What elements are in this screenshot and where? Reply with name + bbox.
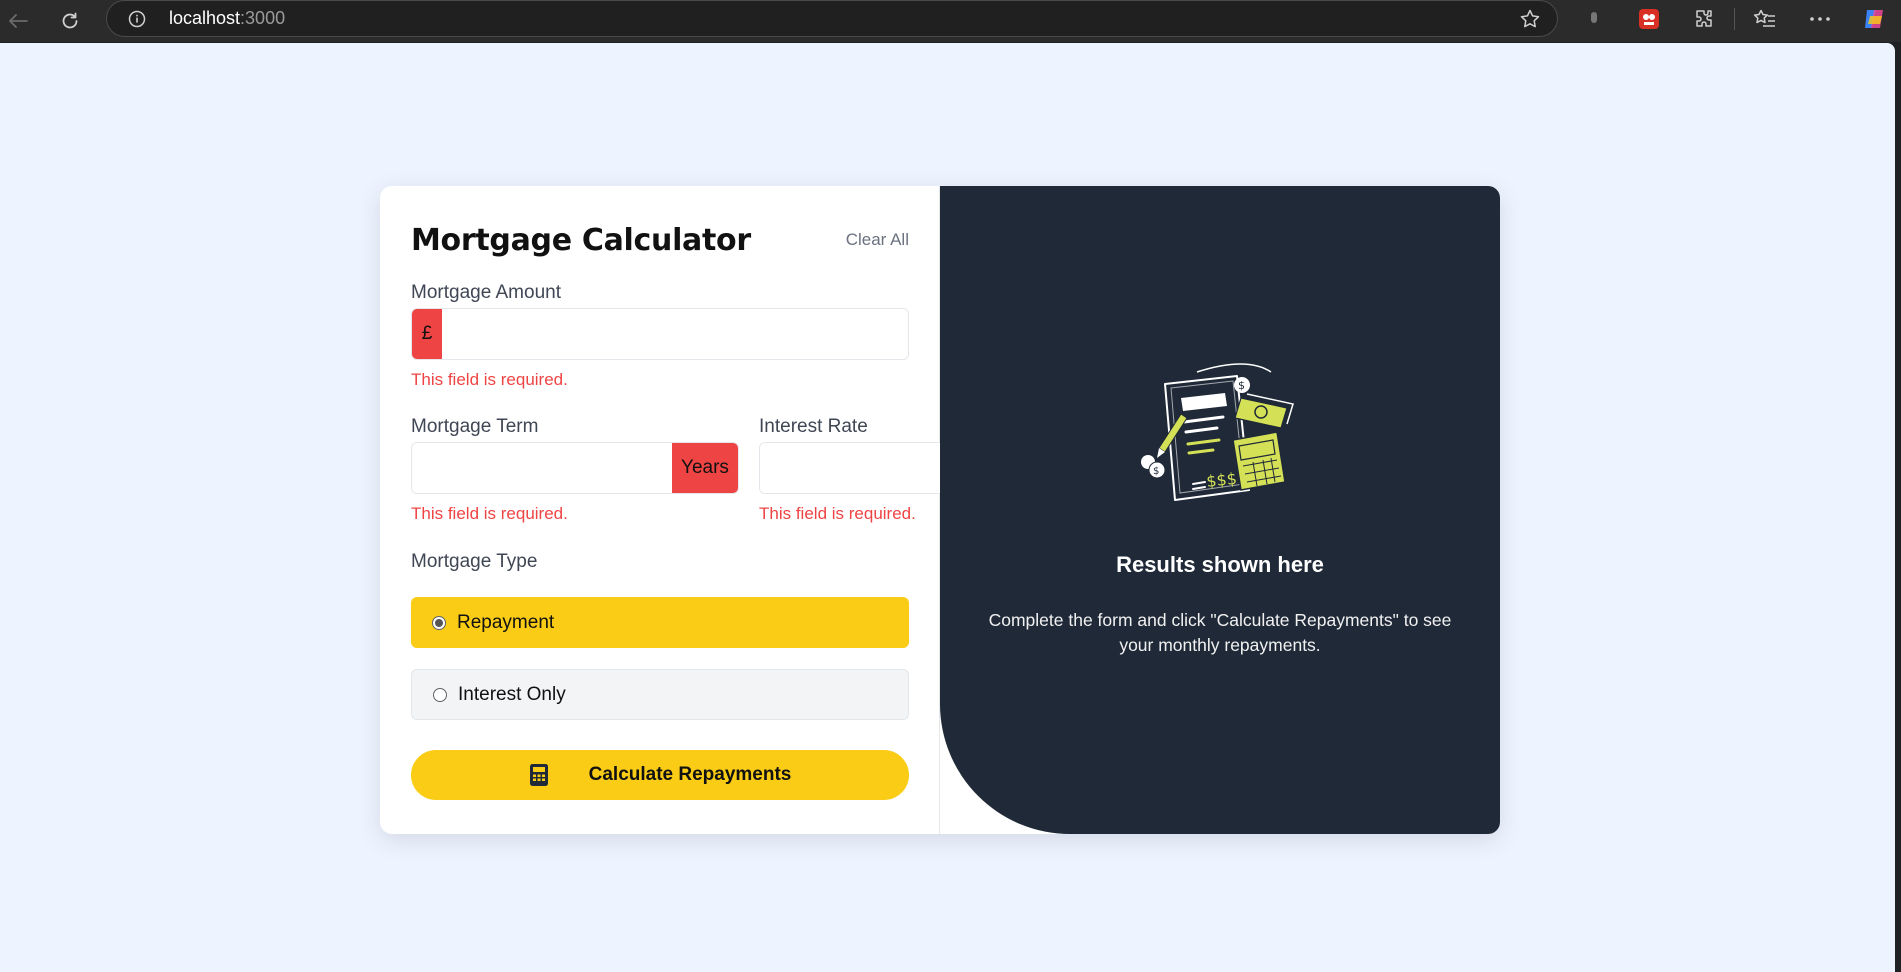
interest-only-radio[interactable] <box>433 687 447 702</box>
favorites-list-icon[interactable] <box>1752 6 1778 32</box>
results-title: Results shown here <box>1116 552 1324 577</box>
term-rate-row: Mortgage Term Years This field is requir… <box>411 390 1057 524</box>
url-host: localhost <box>169 8 241 28</box>
empty-results-illustration: $$$ $ $ <box>1137 362 1297 508</box>
clear-all-button[interactable]: Clear All <box>846 230 909 250</box>
calculate-repayments-button[interactable]: Calculate Repayments <box>411 750 909 800</box>
toolbar-divider <box>1734 8 1735 30</box>
browser-toolbar: localhost:3000 <box>0 0 1901 42</box>
url-text[interactable]: localhost:3000 <box>169 8 285 29</box>
favorite-star-icon[interactable] <box>1519 8 1541 35</box>
window-edge <box>1895 43 1901 972</box>
mortgage-type-label: Mortgage Type <box>411 551 538 572</box>
currency-addon: £ <box>412 309 442 359</box>
svg-text:$: $ <box>1238 379 1245 392</box>
svg-text:$: $ <box>1153 466 1159 477</box>
info-icon[interactable] <box>127 9 147 29</box>
more-menu-icon[interactable] <box>1807 6 1833 32</box>
calculator-icon <box>529 764 549 786</box>
address-bar[interactable]: localhost:3000 <box>106 0 1558 37</box>
mortgage-amount-label: Mortgage Amount <box>411 282 561 303</box>
mortgage-amount-error: This field is required. <box>411 370 568 389</box>
reload-button[interactable] <box>52 3 88 39</box>
mortgage-term-error: This field is required. <box>411 504 568 523</box>
url-port: :3000 <box>240 8 286 28</box>
mortgage-amount-field: £ <box>411 308 909 360</box>
results-description: Complete the form and click "Calculate R… <box>988 610 1452 655</box>
mortgage-term-field: Years <box>411 442 739 494</box>
svg-text:$$$: $$$ <box>1205 469 1237 491</box>
extension-mic-icon[interactable] <box>1581 6 1607 32</box>
results-panel: $$$ $ $ Results shown here Complete the … <box>940 186 1500 834</box>
mortgage-calculator-card: Mortgage Calculator Clear All Mortgage A… <box>380 186 1500 834</box>
copilot-icon[interactable] <box>1861 6 1887 32</box>
repayment-option-label: Repayment <box>457 611 555 633</box>
repayment-radio[interactable] <box>432 615 446 630</box>
calculate-button-label: Calculate Repayments <box>588 764 792 785</box>
years-addon: Years <box>672 443 738 493</box>
mortgage-amount-input[interactable] <box>442 309 908 359</box>
repayment-option[interactable]: Repayment <box>411 597 909 648</box>
interest-only-option-label: Interest Only <box>458 683 566 705</box>
extension-red-icon[interactable] <box>1636 6 1662 32</box>
page-title: Mortgage Calculator <box>411 222 751 258</box>
form-header: Mortgage Calculator Clear All <box>411 220 909 260</box>
term-column: Mortgage Term Years This field is requir… <box>411 390 739 524</box>
calculator-form: Mortgage Calculator Clear All Mortgage A… <box>380 186 1057 834</box>
interest-only-option[interactable]: Interest Only <box>411 669 909 720</box>
back-button[interactable] <box>0 3 36 39</box>
mortgage-term-label: Mortgage Term <box>411 416 539 437</box>
mortgage-term-input[interactable] <box>412 443 672 493</box>
extensions-puzzle-icon[interactable] <box>1691 6 1717 32</box>
